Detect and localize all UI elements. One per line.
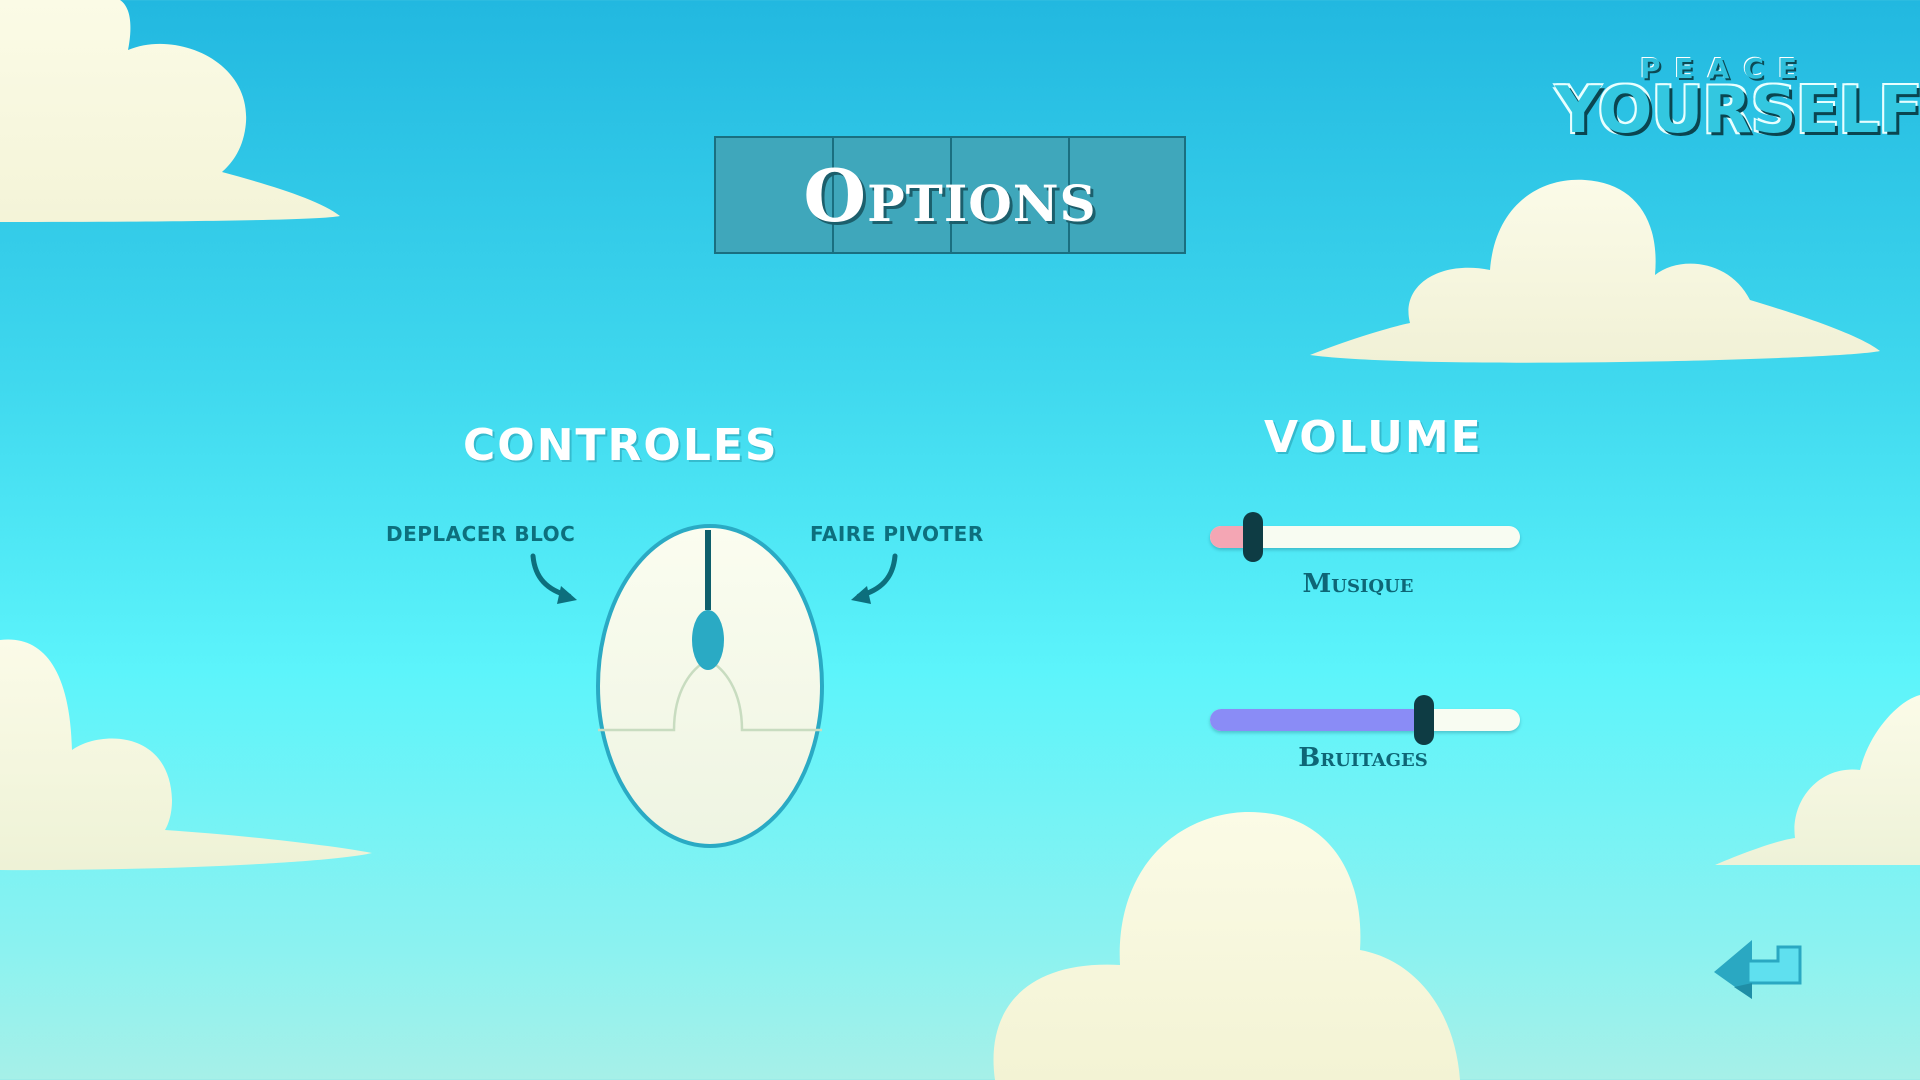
curved-arrow-right-icon	[851, 553, 898, 604]
mouse-icon	[596, 524, 824, 848]
page-title: Options	[803, 152, 1097, 238]
cloud-bottom-left	[0, 639, 372, 871]
sfx-slider-handle[interactable]	[1413, 695, 1434, 745]
controls-heading: CONTROLES	[463, 420, 779, 471]
game-logo: PEACE YOURSELF	[1545, 52, 1920, 152]
back-arrow-icon[interactable]	[1714, 937, 1804, 1007]
sfx-volume-slider[interactable]	[1210, 695, 1520, 745]
sfx-slider-fill	[1210, 709, 1424, 731]
cloud-top-right	[1310, 179, 1880, 363]
curved-arrow-left-icon	[530, 553, 577, 604]
rotate-label: FAIRE PIVOTER	[810, 522, 984, 546]
options-title-panel: Options	[714, 136, 1186, 254]
sfx-label: Bruitages	[1298, 743, 1428, 773]
volume-heading: VOLUME	[1264, 412, 1483, 463]
cloud-top-left	[0, 0, 340, 222]
music-label: Musique	[1302, 569, 1414, 599]
music-volume-slider[interactable]	[1210, 512, 1520, 562]
cloud-bottom-center	[993, 811, 1460, 1080]
cloud-right-edge	[1715, 695, 1920, 865]
logo-main-word: YOURSELF	[1555, 74, 1920, 148]
move-block-label: DEPLACER BLOC	[386, 522, 576, 546]
music-slider-handle[interactable]	[1243, 512, 1264, 562]
